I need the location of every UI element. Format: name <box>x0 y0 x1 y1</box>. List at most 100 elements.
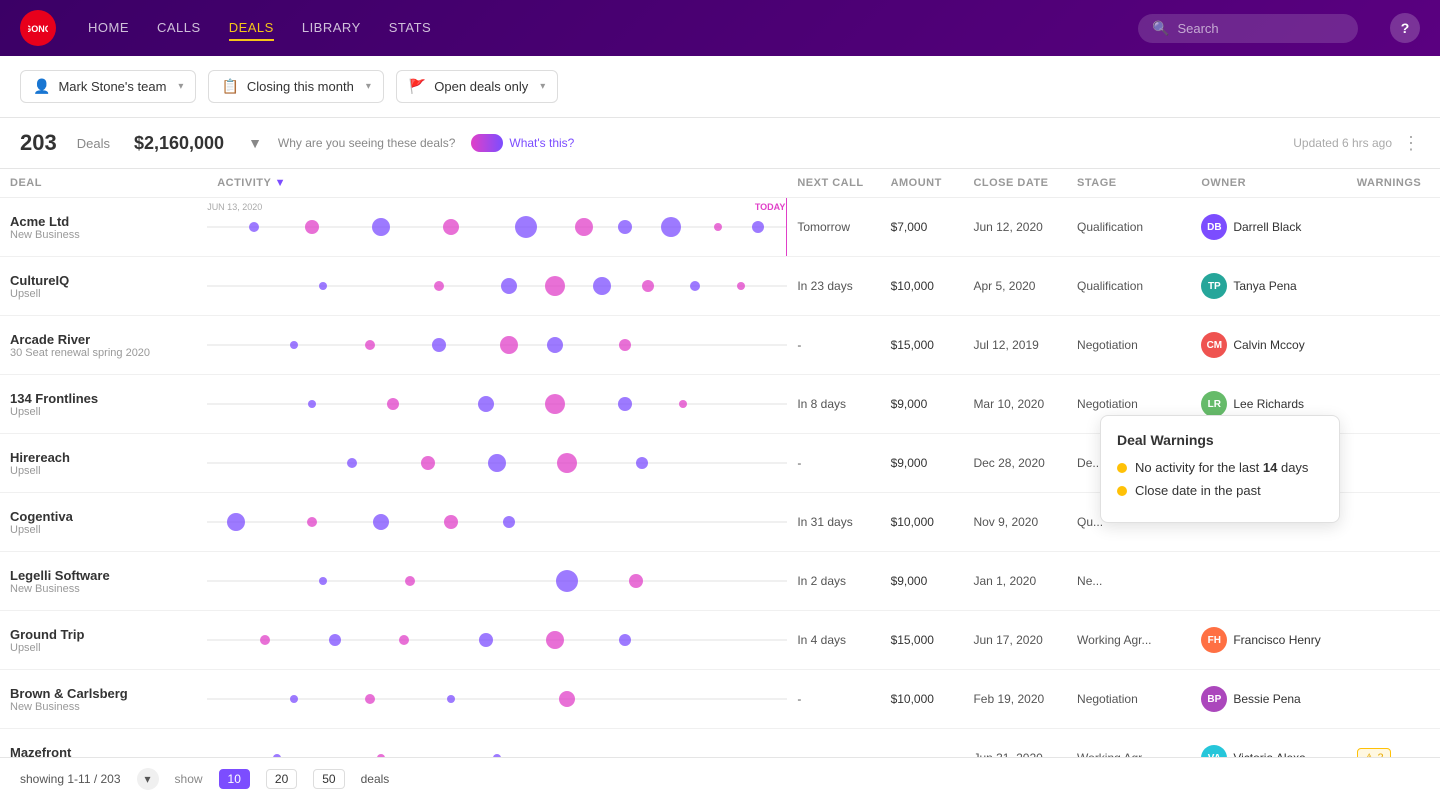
search-bar[interactable]: 🔍 <box>1138 14 1358 43</box>
table-row[interactable]: CultureIQUpsellIn 23 days$10,000Apr 5, 2… <box>0 257 1440 316</box>
deal-sub: New Business <box>10 701 197 713</box>
deal-count-label: Deals <box>77 136 110 151</box>
table-row[interactable]: Brown & CarlsbergNew Business-$10,000Feb… <box>0 670 1440 729</box>
avatar: FH <box>1201 627 1227 653</box>
page-size-50[interactable]: 50 <box>313 769 344 789</box>
more-button[interactable]: ⋮ <box>1402 133 1420 154</box>
team-filter[interactable]: 👤 Mark Stone's team ▾ <box>20 70 196 103</box>
activity-bubble <box>679 400 687 408</box>
deal-name[interactable]: Acme Ltd <box>10 214 197 229</box>
nav-links: HOME CALLS DEALS LIBRARY STATS <box>88 16 1106 41</box>
activity-cell[interactable] <box>207 552 787 611</box>
col-amount-header: AMOUNT <box>881 169 964 198</box>
deal-name[interactable]: 134 Frontlines <box>10 391 197 406</box>
deal-sub: Upsell <box>10 642 197 654</box>
stage-cell: Working Agr... <box>1067 611 1191 670</box>
close-date-cell: Feb 19, 2020 <box>963 670 1067 729</box>
nav-stats[interactable]: STATS <box>389 16 431 41</box>
page-down-button[interactable]: ▾ <box>137 768 159 790</box>
nav-deals[interactable]: DEALS <box>229 16 274 41</box>
calendar-icon: 📋 <box>221 78 238 95</box>
nav-library[interactable]: LIBRARY <box>302 16 361 41</box>
deal-name[interactable]: Arcade River <box>10 332 197 347</box>
table-row[interactable]: Legelli SoftwareNew BusinessIn 2 days$9,… <box>0 552 1440 611</box>
activity-cell[interactable] <box>207 670 787 729</box>
activity-cell[interactable] <box>207 434 787 493</box>
activity-bubble <box>432 338 446 352</box>
deal-name[interactable]: Cogentiva <box>10 509 197 524</box>
deal-sub: New Business <box>10 583 197 595</box>
avatar: DB <box>1201 214 1227 240</box>
amount-cell: $10,000 <box>881 493 964 552</box>
activity-bubble <box>714 223 722 231</box>
page-size-20[interactable]: 20 <box>266 769 297 789</box>
amount-cell: $9,000 <box>881 375 964 434</box>
activity-bubble <box>593 277 611 295</box>
page-size-10[interactable]: 10 <box>219 769 250 789</box>
activity-bubble <box>556 570 578 592</box>
why-text[interactable]: Why are you seeing these deals? <box>278 136 455 150</box>
close-date-cell: Apr 5, 2020 <box>963 257 1067 316</box>
filter-icon-btn[interactable]: ▼ <box>248 135 262 151</box>
activity-cell[interactable]: JUN 13, 2020TODAY <box>207 198 787 257</box>
warnings-cell <box>1347 493 1440 552</box>
close-date-cell: Mar 10, 2020 <box>963 375 1067 434</box>
col-next-call-header: NEXT CALL <box>787 169 880 198</box>
period-filter[interactable]: 📋 Closing this month ▾ <box>208 70 383 103</box>
activity-bubble <box>515 216 537 238</box>
logo-icon: GONG <box>20 10 56 46</box>
deal-type-label: Open deals only <box>434 79 528 94</box>
activity-cell[interactable] <box>207 257 787 316</box>
table-row[interactable]: Arcade River30 Seat renewal spring 2020-… <box>0 316 1440 375</box>
next-call-cell: In 31 days <box>787 493 880 552</box>
col-close-date-header: CLOSE DATE <box>963 169 1067 198</box>
whats-this-text: What's this? <box>509 136 574 150</box>
activity-bubble <box>488 454 506 472</box>
col-warnings-header: WARNINGS <box>1347 169 1440 198</box>
showing-text: showing 1-11 / 203 <box>20 772 121 786</box>
activity-cell[interactable] <box>207 375 787 434</box>
activity-bubble <box>305 220 319 234</box>
deal-name[interactable]: Legelli Software <box>10 568 197 583</box>
activity-bubble <box>575 218 593 236</box>
activity-bubble <box>501 278 517 294</box>
col-activity-header[interactable]: ACTIVITY ▼ <box>207 169 787 198</box>
logo[interactable]: GONG <box>20 10 56 46</box>
activity-bubble <box>752 221 764 233</box>
next-call-cell: In 2 days <box>787 552 880 611</box>
deal-name[interactable]: Hirereach <box>10 450 197 465</box>
tooltip-item-2: Close date in the past <box>1117 483 1323 498</box>
activity-bubble <box>661 217 681 237</box>
stage-cell: Qualification <box>1067 257 1191 316</box>
amount-cell: $7,000 <box>881 198 964 257</box>
updated-text: Updated 6 hrs ago <box>1293 136 1392 150</box>
deal-sub: Upsell <box>10 406 197 418</box>
warnings-cell <box>1347 670 1440 729</box>
activity-bubble <box>737 282 745 290</box>
period-chevron-icon: ▾ <box>366 81 371 92</box>
deal-type-filter[interactable]: 🚩 Open deals only ▾ <box>396 70 558 103</box>
activity-bubble <box>373 514 389 530</box>
deal-name[interactable]: Brown & Carlsberg <box>10 686 197 701</box>
deal-name[interactable]: Ground Trip <box>10 627 197 642</box>
activity-cell[interactable] <box>207 316 787 375</box>
activity-bubble <box>545 276 565 296</box>
stage-cell: Ne... <box>1067 552 1191 611</box>
nav-home[interactable]: HOME <box>88 16 129 41</box>
close-date-cell: Jun 12, 2020 <box>963 198 1067 257</box>
activity-bubble <box>478 396 494 412</box>
search-input[interactable] <box>1177 21 1344 36</box>
close-date-cell: Jun 17, 2020 <box>963 611 1067 670</box>
activity-bubble <box>290 341 298 349</box>
activity-cell[interactable] <box>207 493 787 552</box>
nav-calls[interactable]: CALLS <box>157 16 201 41</box>
avatar: BP <box>1201 686 1227 712</box>
activity-bubble <box>249 222 259 232</box>
help-button[interactable]: ? <box>1390 13 1420 43</box>
table-row[interactable]: Ground TripUpsellIn 4 days$15,000Jun 17,… <box>0 611 1440 670</box>
deal-name[interactable]: CultureIQ <box>10 273 197 288</box>
table-row[interactable]: Acme LtdNew BusinessJUN 13, 2020TODAYTom… <box>0 198 1440 257</box>
activity-cell[interactable] <box>207 611 787 670</box>
stage-cell: Negotiation <box>1067 670 1191 729</box>
whats-this-toggle[interactable]: What's this? <box>471 134 574 152</box>
